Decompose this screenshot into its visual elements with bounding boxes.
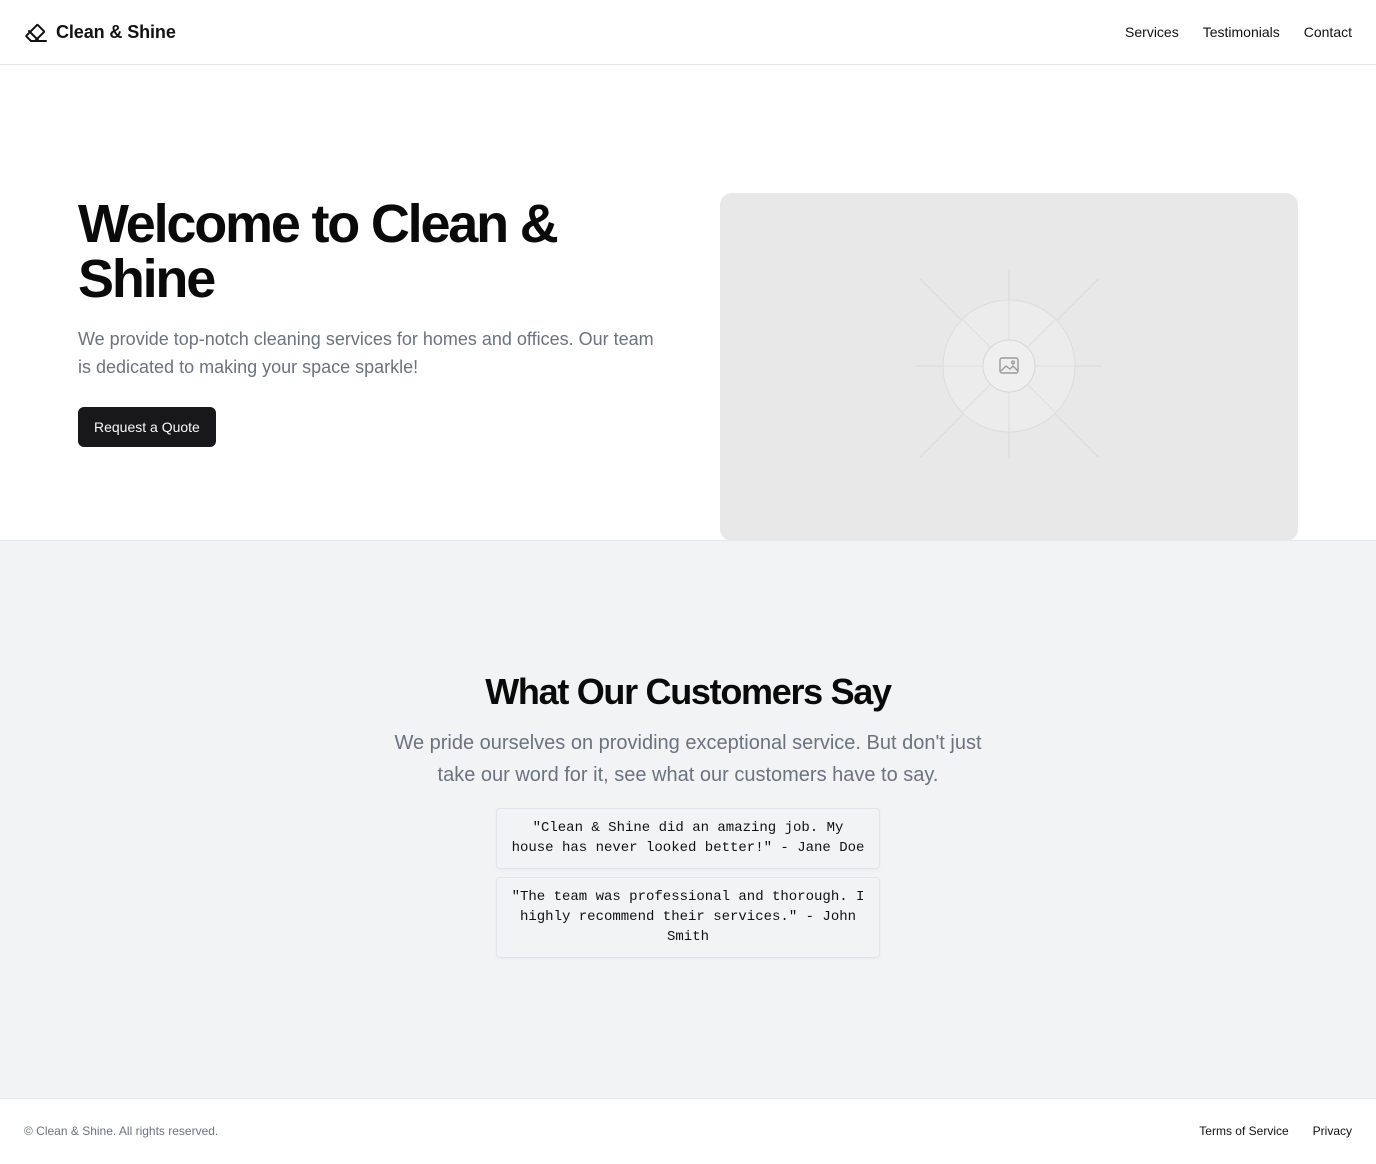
testimonials-title: What Our Customers Say xyxy=(485,671,892,712)
hero-text: Welcome to Clean & Shine We provide top-… xyxy=(78,197,668,447)
footer-nav: Terms of Service Privacy xyxy=(1199,1124,1352,1138)
page: Clean & Shine Services Testimonials Cont… xyxy=(0,0,1376,1164)
site-header: Clean & Shine Services Testimonials Cont… xyxy=(0,0,1376,65)
hero-image-placeholder xyxy=(720,193,1298,541)
testimonials-subtitle: We pride ourselves on providing exceptio… xyxy=(394,732,982,786)
request-quote-button[interactable]: Request a Quote xyxy=(78,407,216,447)
image-placeholder-icon xyxy=(916,269,1102,459)
brand-name: Clean & Shine xyxy=(56,21,176,42)
terms-of-service-link[interactable]: Terms of Service xyxy=(1199,1124,1288,1138)
copyright-text: © Clean & Shine. All rights reserved. xyxy=(24,1124,219,1138)
testimonials-section: What Our Customers Say We pride ourselve… xyxy=(0,541,1376,1099)
hero-section: Welcome to Clean & Shine We provide top-… xyxy=(0,65,1376,541)
brand-link[interactable]: Clean & Shine xyxy=(24,20,176,44)
hero-subtitle: We provide top-notch cleaning services f… xyxy=(78,329,654,377)
nav-testimonials-link[interactable]: Testimonials xyxy=(1203,24,1280,40)
testimonial-card: "The team was professional and thorough.… xyxy=(496,877,880,958)
nav-services-link[interactable]: Services xyxy=(1125,24,1179,40)
eraser-icon xyxy=(24,20,48,44)
site-footer: © Clean & Shine. All rights reserved. Te… xyxy=(0,1099,1376,1163)
hero-title: Welcome to Clean & Shine xyxy=(78,194,559,309)
testimonial-card: "Clean & Shine did an amazing job. My ho… xyxy=(496,808,880,869)
nav-contact-link[interactable]: Contact xyxy=(1304,24,1352,40)
privacy-link[interactable]: Privacy xyxy=(1313,1124,1352,1138)
main-nav: Services Testimonials Contact xyxy=(1125,24,1352,40)
testimonial-list: "Clean & Shine did an amazing job. My ho… xyxy=(496,808,880,958)
